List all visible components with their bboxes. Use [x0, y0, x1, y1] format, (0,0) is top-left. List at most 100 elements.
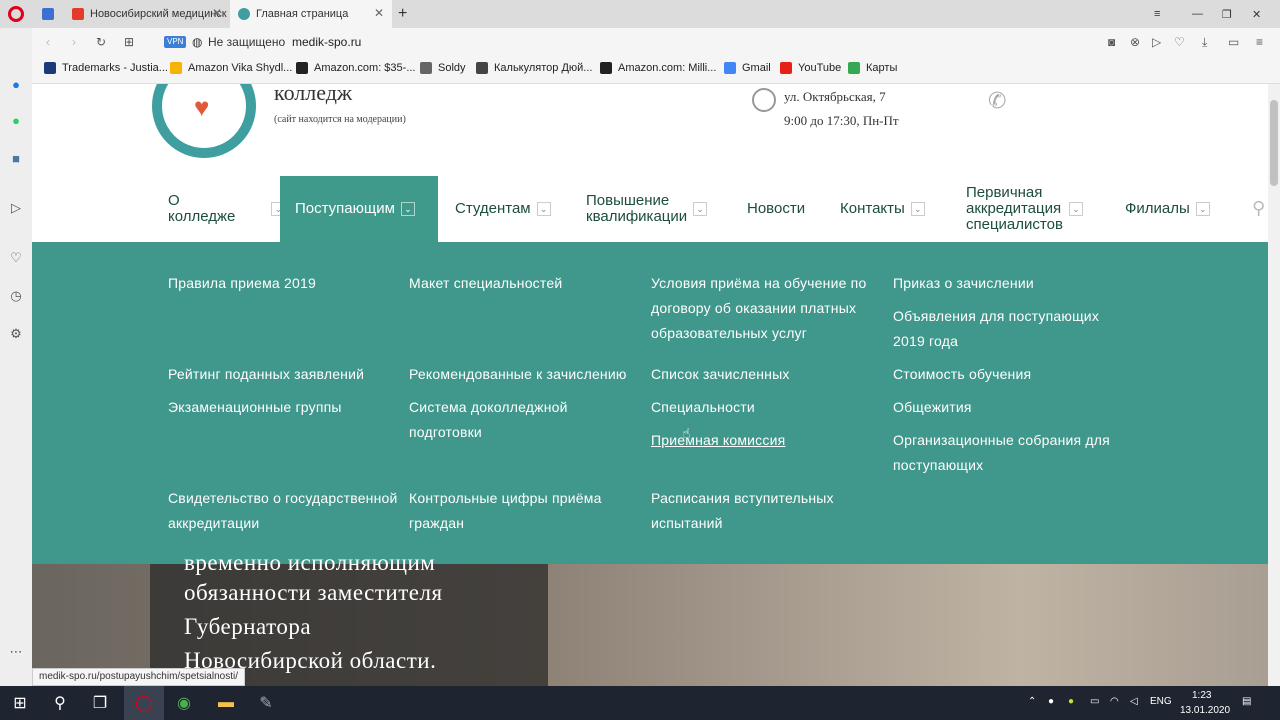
nav-about[interactable]: Околледже ⌄ [168, 176, 286, 242]
battery-tray-icon[interactable]: ▭ [1090, 696, 1099, 707]
new-tab-button[interactable]: + [398, 0, 418, 28]
hero-line: обязанности заместителя [184, 580, 443, 605]
bookmarks-bar: Trademarks - Justia... Amazon Vika Shydl… [32, 56, 1280, 84]
clock-date[interactable]: 13.01.2020 [1180, 705, 1230, 716]
start-button[interactable]: ⊞ [0, 686, 40, 720]
minimize-icon[interactable]: — [1192, 0, 1208, 28]
close-icon[interactable]: ✕ [212, 6, 222, 20]
bookmark-heart-icon[interactable]: ♡ [1174, 35, 1185, 49]
close-window-icon[interactable]: ✕ [1252, 0, 1268, 28]
bookmark-amazon-vika[interactable]: Amazon Vika Shydl... [170, 62, 292, 74]
bookmark-calculator[interactable]: Калькулятор Дюй... [476, 62, 592, 74]
chevron-down-icon[interactable]: ⌄ [693, 202, 708, 216]
camera-icon[interactable]: ◙ [1108, 35, 1115, 49]
explorer-taskbar-icon[interactable]: ▬ [206, 686, 246, 720]
bookmark-justia[interactable]: Trademarks - Justia... [44, 62, 168, 74]
browser-menu-button[interactable] [0, 0, 32, 28]
menu-link-specialties[interactable]: Специальности [651, 395, 879, 420]
menu-link-rating[interactable]: Рейтинг поданных заявлений [168, 362, 396, 387]
download-icon[interactable]: ⤓ [1202, 35, 1207, 50]
chevron-down-icon[interactable]: ⌄ [910, 202, 925, 216]
menu-link-org-meetings[interactable]: Организационные собрания для поступающих [893, 428, 1133, 478]
nav-branches[interactable]: Филиалы ⌄ [1125, 176, 1210, 242]
send-page-icon[interactable]: ▷ [1152, 35, 1161, 49]
tray-icon[interactable]: ● [1048, 696, 1054, 707]
menu-link-paid-conditions[interactable]: Условия приёма на обучение по договору об… [651, 271, 879, 346]
nav-accreditation[interactable]: Первичная аккредитация специалистов ⌄ [966, 176, 1083, 242]
college-logo[interactable]: ♥ [152, 84, 256, 158]
page-scrollbar[interactable] [1268, 84, 1280, 686]
tab-menu-icon[interactable]: ≡ [1154, 0, 1172, 28]
volume-icon[interactable]: ◁ [1130, 696, 1138, 707]
menu-link-dormitories[interactable]: Общежития [893, 395, 1121, 420]
search-icon[interactable]: ⚲ [1252, 198, 1265, 219]
menu-link-admission-figures[interactable]: Контрольные цифры приёма граждан [409, 486, 637, 536]
nav-students[interactable]: Студентам ⌄ [455, 176, 551, 242]
menu-link-announcements[interactable]: Объявления для поступающих 2019 года [893, 304, 1121, 354]
vpn-badge[interactable]: VPN [164, 36, 187, 48]
menu-link-accreditation-cert[interactable]: Свидетельство о государственной аккредита… [168, 486, 408, 536]
tab-home[interactable]: Главная страница ✕ [230, 0, 392, 28]
chevron-down-icon[interactable]: ⌄ [1195, 202, 1210, 216]
security-label[interactable]: Не защищено [208, 35, 285, 49]
menu-link-recommended[interactable]: Рекомендованные к зачислению [409, 362, 637, 387]
chevron-down-icon[interactable]: ⌄ [536, 202, 551, 216]
notifications-icon[interactable]: ▤ [1242, 696, 1251, 707]
menu-link-enrollment-order[interactable]: Приказ о зачислении [893, 271, 1121, 296]
more-icon[interactable]: ⋯ [8, 644, 24, 660]
forward-icon[interactable]: › [72, 35, 76, 49]
bookmark-soldy[interactable]: Soldy [420, 62, 466, 74]
browser-sidebar: ● ● ■ ▷ ♡ ◷ ⚙ ⋯ [0, 28, 32, 686]
task-view-icon[interactable]: ❐ [80, 686, 120, 720]
vk-icon[interactable]: ■ [8, 150, 24, 166]
network-icon[interactable]: ◠ [1110, 696, 1119, 707]
nav-contacts[interactable]: Контакты ⌄ [840, 176, 925, 242]
menu-link-enrolled-list[interactable]: Список зачисленных [651, 362, 879, 387]
opera-logo-icon [8, 6, 24, 22]
bookmark-gmail[interactable]: Gmail [724, 62, 771, 74]
reload-icon[interactable]: ↻ [96, 35, 106, 49]
back-icon[interactable]: ‹ [46, 35, 50, 49]
menu-link-pre-college[interactable]: Система доколледжной подготовки [409, 395, 637, 445]
tray-icon[interactable]: ● [1068, 696, 1074, 707]
nav-applicants[interactable]: Поступающим ⌄ [280, 176, 438, 242]
chevron-down-icon[interactable]: ⌄ [1068, 202, 1083, 216]
adblock-icon[interactable]: ⊗ [1130, 35, 1140, 49]
url-input[interactable]: medik-spo.ru [292, 35, 361, 49]
battery-icon[interactable]: ▭ [1228, 35, 1239, 49]
tab-mail-icon[interactable] [34, 0, 62, 28]
justia-icon [44, 62, 56, 74]
nav-news[interactable]: Новости [747, 176, 805, 242]
maximize-icon[interactable]: ❐ [1222, 0, 1238, 28]
bookmark-maps[interactable]: Карты [848, 62, 897, 74]
menu-link-specialties-layout[interactable]: Макет специальностей [409, 271, 637, 296]
tray-arrow-icon[interactable]: ⌃ [1028, 696, 1036, 707]
language-indicator[interactable]: ENG [1150, 696, 1172, 707]
menu-link-rules-2019[interactable]: Правила приема 2019 [168, 271, 396, 296]
close-icon[interactable]: ✕ [374, 6, 384, 20]
menu-icon[interactable]: ≡ [1256, 35, 1263, 49]
scroll-thumb[interactable] [1270, 100, 1278, 186]
menu-link-tuition[interactable]: Стоимость обучения [893, 362, 1121, 387]
youtube-icon [780, 62, 792, 74]
heart-icon[interactable]: ♡ [8, 250, 24, 266]
bookmark-amazon-milli[interactable]: Amazon.com: Milli... [600, 62, 716, 74]
opera-taskbar-icon[interactable]: ◯ [124, 686, 164, 720]
menu-link-exam-groups[interactable]: Экзаменационные группы [168, 395, 396, 420]
clock-time[interactable]: 1:23 [1192, 690, 1211, 701]
tabs-grid-icon[interactable]: ⊞ [124, 35, 134, 49]
app-taskbar-icon[interactable]: ✎ [246, 686, 286, 720]
bookmark-youtube[interactable]: YouTube [780, 62, 841, 74]
messenger-icon[interactable]: ● [8, 76, 24, 92]
menu-link-exam-schedule[interactable]: Расписания вступительных испытаний [651, 486, 879, 536]
history-icon[interactable]: ◷ [8, 288, 24, 304]
send-icon[interactable]: ▷ [8, 200, 24, 216]
settings-icon[interactable]: ⚙ [8, 326, 24, 342]
tab-novosibirsk[interactable]: Новосибирский медицинск ✕ [64, 0, 230, 28]
nav-qualification[interactable]: Повышение квалификации ⌄ [586, 176, 708, 242]
bookmark-amazon-35[interactable]: Amazon.com: $35-... [296, 62, 416, 74]
chrome-taskbar-icon[interactable]: ◉ [164, 686, 204, 720]
search-taskbar-icon[interactable]: ⚲ [40, 686, 80, 720]
chevron-down-icon[interactable]: ⌄ [400, 202, 415, 216]
whatsapp-icon[interactable]: ● [8, 112, 24, 128]
